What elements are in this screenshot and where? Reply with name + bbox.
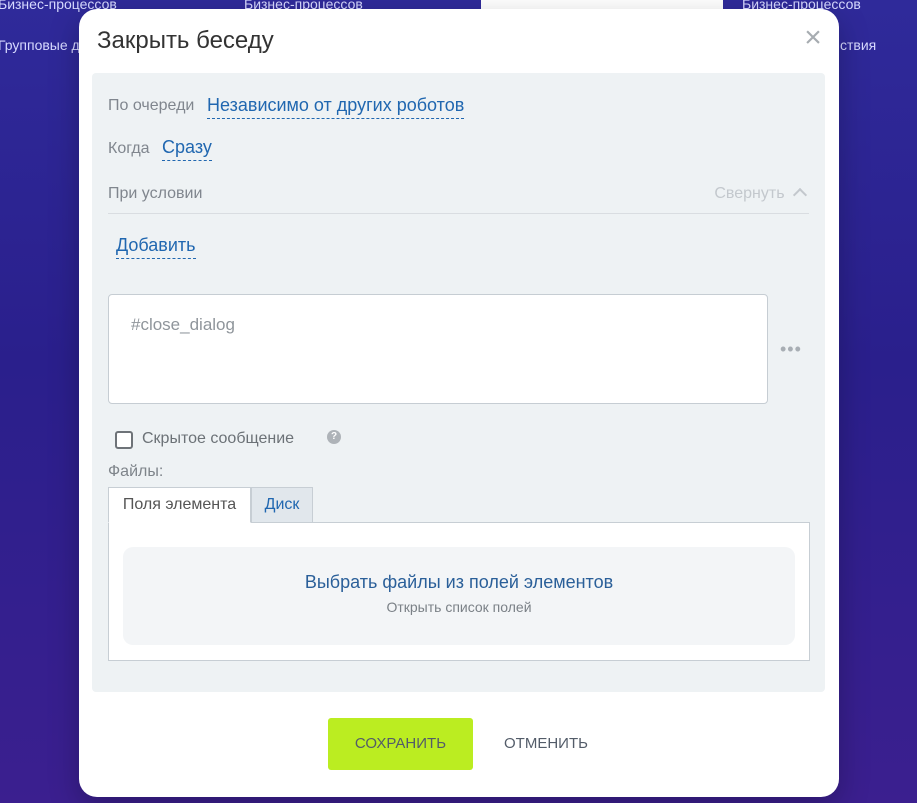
condition-label: При условии [108, 185, 203, 202]
select-files-title: Выбрать файлы из полей элементов [304, 572, 614, 592]
tab-element-fields[interactable]: Поля элемента [108, 487, 251, 523]
queue-label: По очереди [108, 97, 195, 114]
background-text: Групповые д [0, 37, 80, 53]
more-options-icon[interactable]: ••• [780, 339, 802, 360]
message-textarea[interactable]: #close_dialog [108, 294, 768, 404]
add-condition-link[interactable]: Добавить [116, 235, 196, 259]
queue-mode-link[interactable]: Независимо от других роботов [207, 95, 465, 119]
files-label: Файлы: [108, 463, 164, 480]
when-value-link[interactable]: Сразу [162, 137, 212, 161]
hidden-message-label: Скрытое сообщение [142, 430, 295, 447]
select-files-subtitle: Открыть список полей [386, 599, 532, 615]
when-label: Когда [108, 140, 150, 157]
close-icon[interactable]: × [801, 23, 825, 53]
hidden-message-checkbox[interactable] [115, 431, 133, 449]
robot-settings-dialog: Закрыть беседу × По очереди Независимо о… [79, 9, 839, 797]
collapse-conditions-button[interactable]: Свернуть [714, 185, 808, 203]
divider [108, 213, 809, 214]
help-icon[interactable]: ? [327, 430, 341, 444]
tab-disk[interactable]: Диск [251, 487, 313, 523]
files-tab-content: Выбрать файлы из полей элементов Открыть… [108, 522, 810, 661]
save-button[interactable]: СОХРАНИТЬ [328, 718, 473, 770]
settings-panel: По очереди Независимо от других роботов … [92, 73, 825, 692]
chevron-up-icon [792, 187, 808, 203]
dialog-title: Закрыть беседу [97, 27, 274, 54]
background-text: ствия [840, 37, 877, 53]
collapse-label: Свернуть [714, 185, 785, 202]
select-files-dropzone[interactable]: Выбрать файлы из полей элементов Открыть… [123, 547, 795, 645]
cancel-button[interactable]: ОТМЕНИТЬ [503, 718, 589, 770]
